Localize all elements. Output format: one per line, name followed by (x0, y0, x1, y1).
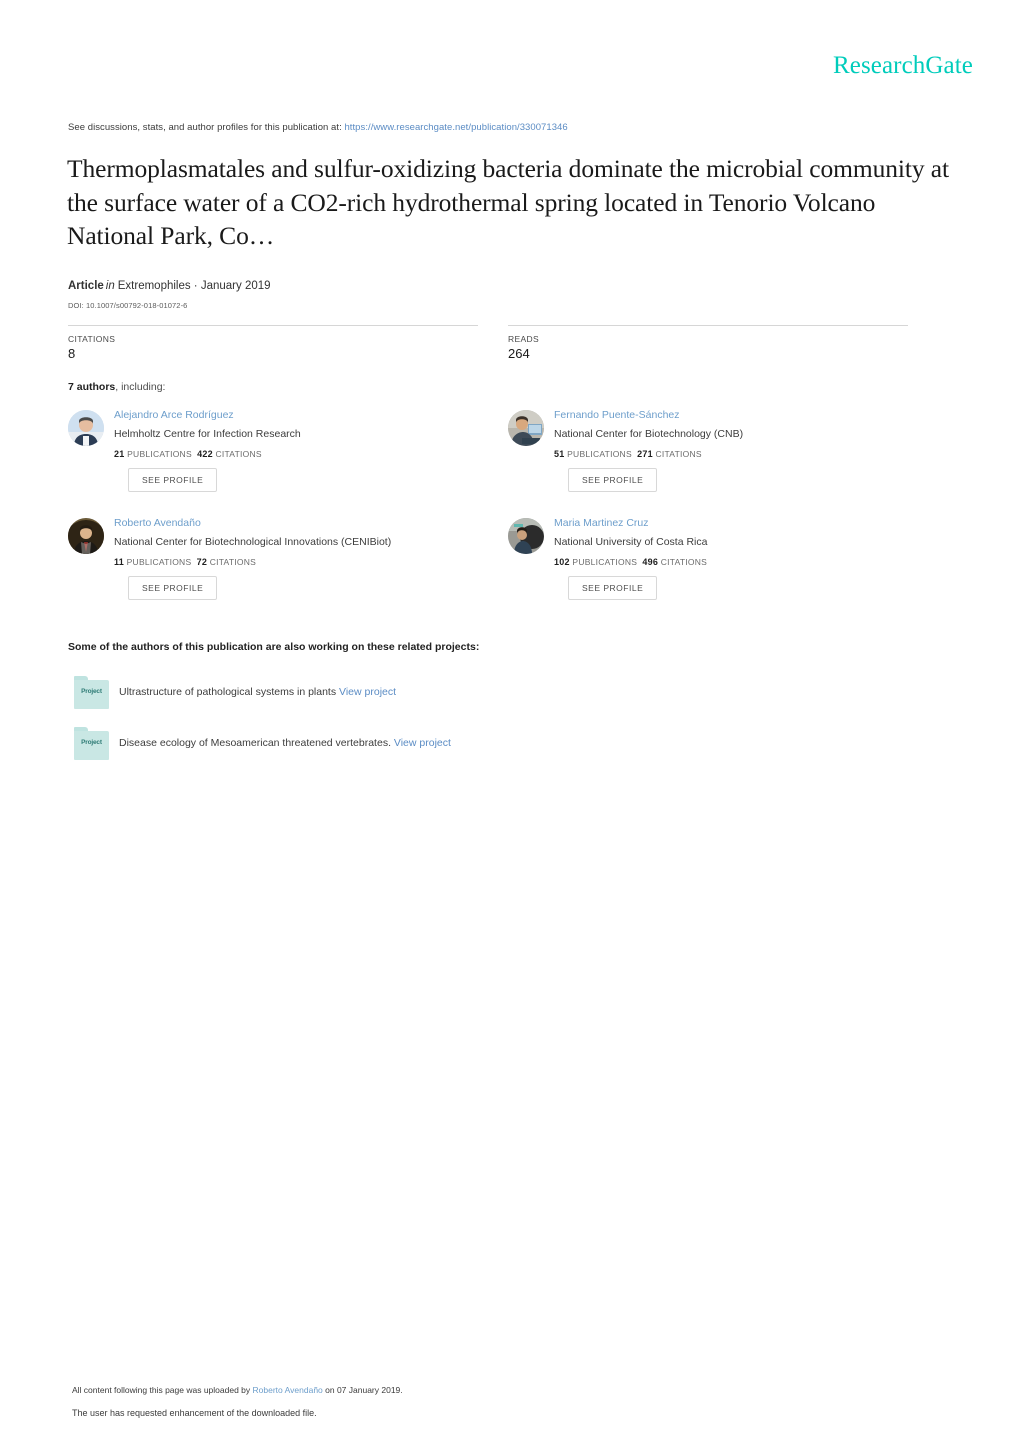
author-body: Maria Martinez Cruz National University … (554, 516, 948, 600)
author-body: Roberto Avendaño National Center for Bio… (114, 516, 508, 600)
author-stats: 11 PUBLICATIONS 72 CITATIONS (114, 557, 508, 567)
stats-divider-right (508, 325, 908, 326)
related-projects-heading: Some of the authors of this publication … (68, 641, 480, 653)
project-row: Project Disease ecology of Mesoamerican … (68, 727, 668, 765)
author-card: Fernando Puente-Sánchez National Center … (508, 408, 948, 508)
author-citations-label: CITATIONS (215, 449, 262, 459)
authors-count-label: 7 authors (68, 381, 116, 393)
publication-title: Thermoplasmatales and sulfur-oxidizing b… (67, 154, 949, 250)
author-card: Roberto Avendaño National Center for Bio… (68, 516, 508, 616)
author-stats: 21 PUBLICATIONS 422 CITATIONS (114, 449, 508, 459)
project-folder-label: Project (81, 739, 102, 746)
author-affiliation: National University of Costa Rica (554, 536, 708, 548)
intro-prefix-text: See discussions, stats, and author profi… (68, 122, 345, 133)
author-affiliation: National Center for Biotechnological Inn… (114, 536, 392, 548)
author-name-link[interactable]: Maria Martinez Cruz (554, 516, 948, 530)
publication-link-line: See discussions, stats, and author profi… (68, 122, 568, 133)
author-citations-count: 422 (197, 449, 213, 459)
author-publications-label: PUBLICATIONS (127, 449, 192, 459)
avatar (508, 410, 544, 446)
author-citations-label: CITATIONS (660, 557, 708, 567)
upload-suffix-text: on 07 January 2019. (322, 1385, 403, 1395)
author-card: Maria Martinez Cruz National University … (508, 516, 948, 616)
author-publications-label: PUBLICATIONS (572, 557, 638, 567)
researchgate-publication-cover-page: ResearchGate See discussions, stats, and… (0, 0, 1020, 1441)
author-citations-count: 496 (642, 557, 659, 567)
project-folder-icon: Project (74, 727, 109, 760)
author-affiliation: National Center for Biotechnology (CNB) (554, 428, 744, 440)
project-folder-icon: Project (74, 676, 109, 709)
see-profile-button[interactable]: SEE PROFILE (128, 468, 218, 492)
author-citations-label: CITATIONS (655, 449, 702, 459)
author-publications-count: 102 (554, 557, 570, 567)
author-name-link[interactable]: Fernando Puente-Sánchez (554, 408, 948, 422)
author-citations-count: 72 (196, 557, 208, 567)
uploader-name-link[interactable]: Roberto Avendaño (253, 1385, 323, 1395)
author-stats: 102 PUBLICATIONS 496 CITATIONS (554, 557, 948, 567)
reads-value: 264 (508, 346, 530, 361)
author-publications-label: PUBLICATIONS (567, 449, 632, 459)
author-card: Alejandro Arce Rodríguez Helmholtz Centr… (68, 408, 508, 508)
author-publications-count: 11 (114, 557, 125, 567)
see-profile-button[interactable]: SEE PROFILE (128, 576, 218, 600)
authors-count-suffix: , including: (115, 381, 166, 393)
project-folder-label: Project (81, 688, 102, 695)
author-name-link[interactable]: Alejandro Arce Rodríguez (114, 408, 508, 422)
author-stats: 51 PUBLICATIONS 271 CITATIONS (554, 449, 948, 459)
publication-doi: DOI: 10.1007/s00792-018-01072-6 (68, 301, 188, 310)
author-body: Fernando Puente-Sánchez National Center … (554, 408, 948, 492)
researchgate-logo: ResearchGate (832, 52, 973, 79)
publication-meta: Article in Extremophiles · January 2019 (68, 280, 271, 292)
see-profile-button[interactable]: SEE PROFILE (568, 576, 658, 600)
enhancement-request-line: The user has requested enhancement of th… (72, 1408, 317, 1418)
author-name-link[interactable]: Roberto Avendaño (114, 516, 508, 530)
stats-divider-left (68, 325, 478, 326)
author-publications-count: 51 (554, 449, 565, 459)
project-row: Project Ultrastructure of pathological s… (68, 676, 668, 714)
publication-type-label: Article (68, 280, 104, 292)
project-title: Disease ecology of Mesoamerican threaten… (119, 737, 391, 749)
author-affiliation: Helmholtz Centre for Infection Research (114, 428, 301, 440)
upload-prefix-text: All content following this page was uplo… (72, 1385, 253, 1395)
author-publications-count: 21 (114, 449, 125, 459)
project-text: Disease ecology of Mesoamerican threaten… (119, 737, 451, 749)
author-citations-count: 271 (637, 449, 653, 459)
publication-in-label: in (105, 280, 115, 292)
view-project-link[interactable]: View project (394, 737, 451, 749)
author-body: Alejandro Arce Rodríguez Helmholtz Centr… (114, 408, 508, 492)
upload-attribution-line: All content following this page was uplo… (72, 1385, 403, 1395)
view-project-link[interactable]: View project (339, 686, 396, 698)
avatar (508, 518, 544, 554)
authors-heading: 7 authors, including: (68, 381, 165, 393)
avatar (68, 518, 104, 554)
project-text: Ultrastructure of pathological systems i… (119, 686, 396, 698)
citations-value: 8 (68, 346, 76, 361)
reads-label: READS (508, 334, 540, 344)
citations-label: CITATIONS (68, 334, 116, 344)
project-title: Ultrastructure of pathological systems i… (119, 686, 337, 698)
publication-venue: Extremophiles · January 2019 (117, 280, 271, 292)
author-publications-label: PUBLICATIONS (126, 557, 192, 567)
publication-url-link[interactable]: https://www.researchgate.net/publication… (344, 122, 567, 133)
author-citations-label: CITATIONS (209, 557, 257, 567)
avatar (68, 410, 104, 446)
see-profile-button[interactable]: SEE PROFILE (568, 468, 658, 492)
